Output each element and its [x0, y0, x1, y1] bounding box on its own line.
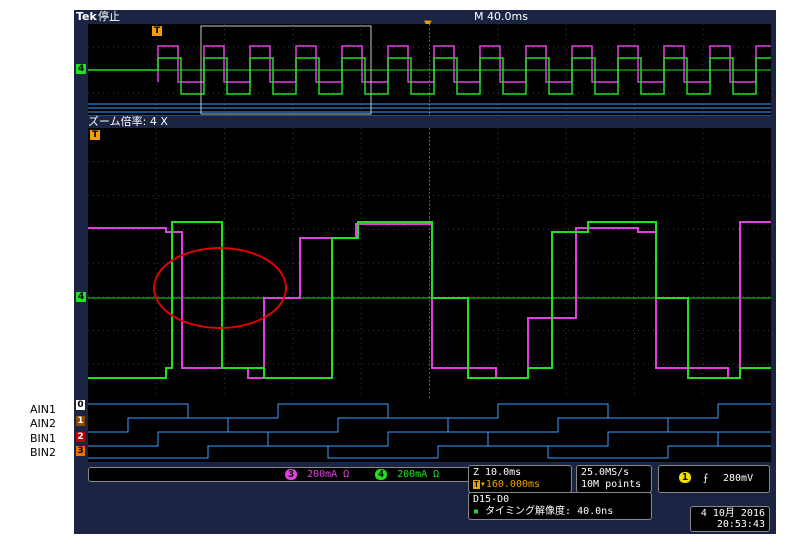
trigger-source: 1 [679, 472, 692, 483]
oscilloscope-screen: Tek 停止 M 40.0ms ▼ ズーム倍率: 4 X T 4 T 4 0 1… [74, 10, 776, 534]
sample-rate: 25.0MS/s [581, 467, 630, 478]
run-status[interactable]: 停止 [98, 11, 120, 23]
trigger-t-marker-zoom: T [90, 130, 101, 140]
signal-label-bin1: BIN1 [30, 432, 57, 445]
digital-trace [88, 417, 771, 433]
overview-trace [88, 24, 771, 116]
record-length: 10M points [581, 479, 642, 490]
ch4-scale[interactable]: 4 200mA Ω [375, 469, 439, 480]
time: 20:53:43 [716, 519, 765, 530]
zoom-position: ▾160.000ms [479, 479, 541, 490]
digital-marker-d2[interactable]: 2 [76, 432, 85, 442]
ch4-ground-marker[interactable]: 4 [76, 292, 87, 302]
ch4-scale-value: 200mA Ω [397, 469, 440, 480]
timing-resolution: タイミング解像度: 40.0ns [485, 506, 614, 517]
digital-marker-d3[interactable]: 3 [76, 446, 85, 456]
trigger-icon: T [473, 480, 480, 489]
ch3-number: 3 [285, 469, 298, 480]
zoom-scale-box[interactable]: Z 10.0ms T▾160.000ms [468, 465, 572, 493]
digital-marker-d1[interactable]: 1 [76, 416, 85, 426]
signal-label-ain2: AIN2 [30, 417, 56, 430]
acquisition-box[interactable]: 25.0MS/s 10M points [576, 465, 652, 493]
ch4-number: 4 [375, 469, 388, 480]
digital-icon: ▪ [473, 506, 480, 517]
zoom-panel[interactable]: T [88, 128, 771, 462]
trigger-t-marker: T [152, 26, 163, 36]
digital-trace [88, 445, 771, 459]
trigger-slope-icon: ⨍ [703, 473, 709, 484]
annotation-circle [153, 247, 287, 329]
brand-logo: Tek [76, 10, 97, 23]
digital-marker-d0[interactable]: 0 [76, 400, 85, 410]
trigger-level: 280mV [723, 473, 754, 484]
timebase-readout[interactable]: M 40.0ms [474, 11, 528, 23]
digital-channels: D15-D0 [473, 494, 510, 505]
ch3-scale-value: 200mA Ω [307, 469, 350, 480]
digital-trace [88, 403, 771, 419]
trigger-box[interactable]: 1 ⨍ 280mV [658, 465, 770, 493]
channel-scale-bar: 3 200mA Ω 4 200mA Ω [88, 467, 470, 482]
datetime-box[interactable]: 4 10月 2016 20:53:43 [690, 506, 770, 532]
date: 4 10月 2016 [700, 508, 765, 519]
digital-info-box[interactable]: D15-D0 ▪ タイミング解像度: 40.0ns [468, 492, 652, 520]
zoom-scale: Z 10.0ms [473, 467, 522, 478]
ch4-ground-marker-overview[interactable]: 4 [76, 64, 87, 74]
digital-trace [88, 431, 771, 447]
overview-panel[interactable]: T [88, 24, 771, 116]
zoom-trace [88, 128, 771, 459]
signal-label-ain1: AIN1 [30, 403, 56, 416]
zoom-factor-label: ズーム倍率: 4 X [88, 115, 168, 128]
ch3-scale[interactable]: 3 200mA Ω [285, 469, 349, 480]
signal-label-bin2: BIN2 [30, 446, 57, 459]
